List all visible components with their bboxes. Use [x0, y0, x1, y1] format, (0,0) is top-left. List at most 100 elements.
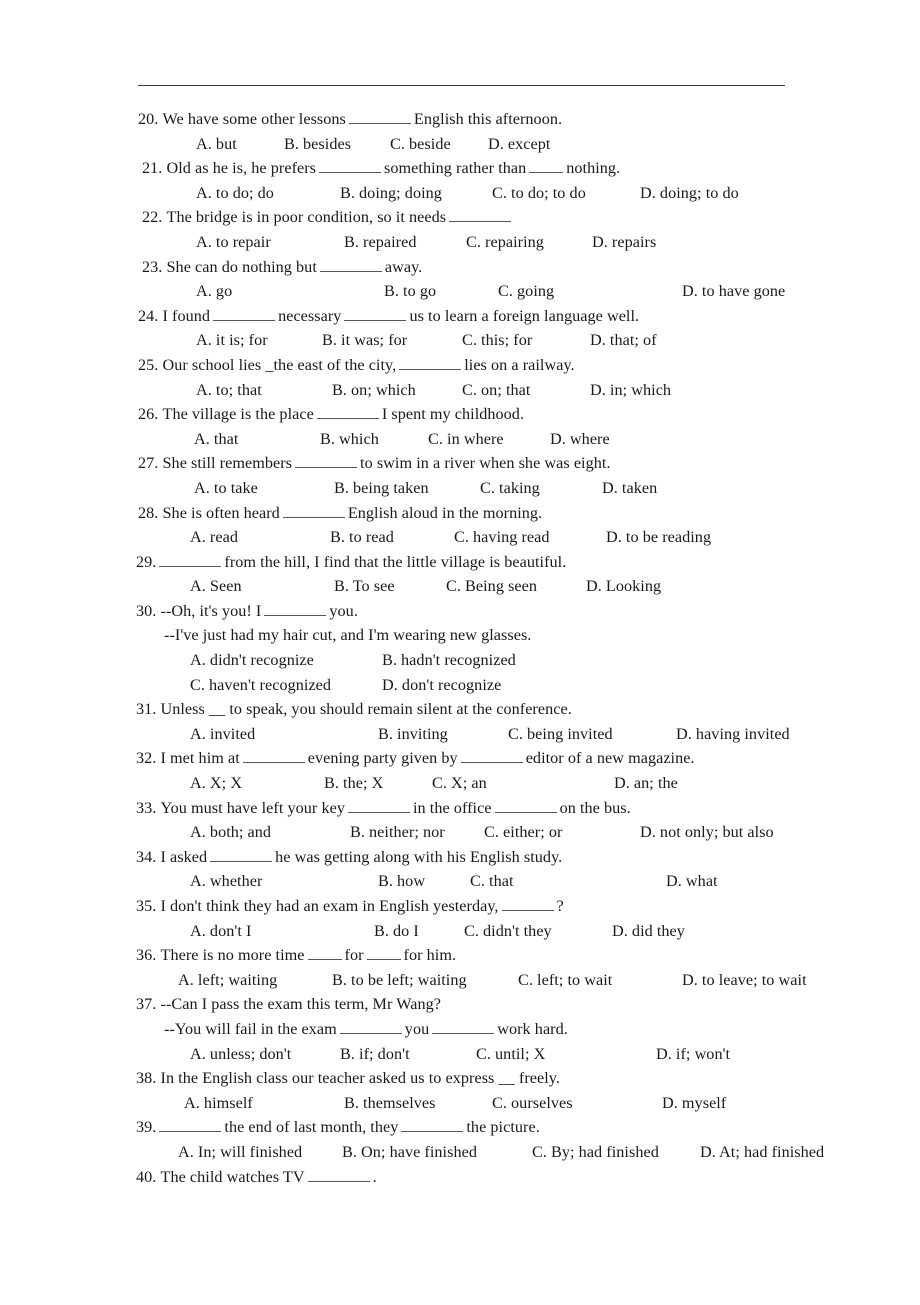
- fill-blank[interactable]: [344, 306, 407, 321]
- option-b-35[interactable]: B. do I: [374, 919, 464, 944]
- option-d-27[interactable]: D. taken: [602, 476, 657, 501]
- option-d-20[interactable]: D. except: [488, 132, 550, 157]
- option-d-35[interactable]: D. did they: [612, 919, 685, 944]
- option-a-24[interactable]: A. it is; for: [196, 328, 322, 353]
- fill-blank[interactable]: [242, 749, 305, 764]
- fill-blank[interactable]: [339, 1020, 402, 1034]
- option-d-34[interactable]: D. what: [666, 869, 718, 894]
- option-d-30[interactable]: D. don't recognize: [382, 673, 501, 698]
- option-d-21[interactable]: D. doing; to do: [640, 181, 739, 206]
- option-b-36[interactable]: B. to be left; waiting: [332, 968, 518, 993]
- fill-blank[interactable]: [449, 208, 512, 223]
- fill-blank[interactable]: [213, 306, 276, 321]
- fill-blank[interactable]: [460, 749, 523, 764]
- fill-blank[interactable]: [295, 454, 358, 469]
- option-a-21[interactable]: A. to do; do: [196, 181, 340, 206]
- option-a-31[interactable]: A. invited: [190, 722, 378, 747]
- option-a-20[interactable]: A. but: [196, 132, 284, 157]
- fill-blank[interactable]: [264, 602, 327, 616]
- option-b-23[interactable]: B. to go: [384, 279, 498, 304]
- option-a-25[interactable]: A. to; that: [196, 378, 332, 403]
- option-c-27[interactable]: C. taking: [480, 476, 602, 501]
- option-b-21[interactable]: B. doing; doing: [340, 181, 492, 206]
- option-c-28[interactable]: C. having read: [454, 525, 606, 550]
- option-a-30[interactable]: A. didn't recognize: [190, 648, 382, 673]
- option-d-28[interactable]: D. to be reading: [606, 525, 711, 550]
- option-b-32[interactable]: B. the; X: [324, 771, 432, 796]
- option-c-25[interactable]: C. on; that: [462, 378, 590, 403]
- option-c-37[interactable]: C. until; X: [476, 1042, 656, 1067]
- option-c-26[interactable]: C. in where: [428, 427, 550, 452]
- option-d-25[interactable]: D. in; which: [590, 378, 671, 403]
- option-b-29[interactable]: B. To see: [334, 574, 446, 599]
- option-d-29[interactable]: D. Looking: [586, 574, 661, 599]
- option-c-38[interactable]: C. ourselves: [492, 1091, 662, 1116]
- option-b-20[interactable]: B. besides: [284, 132, 390, 157]
- option-b-25[interactable]: B. on; which: [332, 378, 462, 403]
- fill-blank[interactable]: [307, 1167, 370, 1182]
- option-c-23[interactable]: C. going: [498, 279, 682, 304]
- option-c-30[interactable]: C. haven't recognized: [190, 673, 382, 698]
- option-b-24[interactable]: B. it was; for: [322, 328, 462, 353]
- option-a-38[interactable]: A. himself: [184, 1091, 344, 1116]
- fill-blank[interactable]: [316, 405, 379, 420]
- option-c-33[interactable]: C. either; or: [484, 820, 640, 845]
- fill-blank[interactable]: [399, 356, 462, 370]
- option-a-35[interactable]: A. don't I: [190, 919, 374, 944]
- option-c-36[interactable]: C. left; to wait: [518, 968, 682, 993]
- option-c-32[interactable]: C. X; an: [432, 771, 614, 796]
- fill-blank[interactable]: [401, 1118, 464, 1133]
- option-d-26[interactable]: D. where: [550, 427, 610, 452]
- option-b-34[interactable]: B. how: [378, 869, 470, 894]
- option-d-38[interactable]: D. myself: [662, 1091, 726, 1116]
- option-a-23[interactable]: A. go: [196, 279, 384, 304]
- option-a-32[interactable]: A. X; X: [190, 771, 324, 796]
- option-d-36[interactable]: D. to leave; to wait: [682, 968, 807, 993]
- option-d-24[interactable]: D. that; of: [590, 328, 657, 353]
- fill-blank[interactable]: [348, 798, 410, 813]
- fill-blank[interactable]: [307, 946, 342, 961]
- option-d-22[interactable]: D. repairs: [592, 230, 656, 255]
- option-b-31[interactable]: B. inviting: [378, 722, 508, 747]
- fill-blank[interactable]: [494, 798, 557, 813]
- option-b-39[interactable]: B. On; have finished: [342, 1140, 532, 1165]
- option-d-31[interactable]: D. having invited: [676, 722, 790, 747]
- option-a-22[interactable]: A. to repair: [196, 230, 344, 255]
- option-b-37[interactable]: B. if; don't: [340, 1042, 476, 1067]
- option-d-32[interactable]: D. an; the: [614, 771, 678, 796]
- option-b-33[interactable]: B. neither; nor: [350, 820, 484, 845]
- fill-blank[interactable]: [319, 257, 382, 272]
- option-c-35[interactable]: C. didn't they: [464, 919, 612, 944]
- option-d-33[interactable]: D. not only; but also: [640, 820, 774, 845]
- option-d-37[interactable]: D. if; won't: [656, 1042, 730, 1067]
- option-c-29[interactable]: C. Being seen: [446, 574, 586, 599]
- option-b-22[interactable]: B. repaired: [344, 230, 466, 255]
- option-c-31[interactable]: C. being invited: [508, 722, 676, 747]
- fill-blank[interactable]: [432, 1020, 495, 1034]
- fill-blank[interactable]: [159, 1118, 222, 1133]
- fill-blank[interactable]: [348, 110, 411, 124]
- option-a-36[interactable]: A. left; waiting: [178, 968, 332, 993]
- option-a-28[interactable]: A. read: [190, 525, 330, 550]
- option-d-39[interactable]: D. At; had finished: [700, 1140, 824, 1165]
- option-a-39[interactable]: A. In; will finished: [178, 1140, 342, 1165]
- option-c-39[interactable]: C. By; had finished: [532, 1140, 700, 1165]
- fill-blank[interactable]: [529, 159, 564, 174]
- option-b-27[interactable]: B. being taken: [334, 476, 480, 501]
- option-d-23[interactable]: D. to have gone: [682, 279, 785, 304]
- option-a-27[interactable]: A. to take: [194, 476, 334, 501]
- fill-blank[interactable]: [282, 503, 345, 518]
- option-a-34[interactable]: A. whether: [190, 869, 378, 894]
- option-c-22[interactable]: C. repairing: [466, 230, 592, 255]
- option-a-33[interactable]: A. both; and: [190, 820, 350, 845]
- fill-blank[interactable]: [501, 897, 554, 911]
- fill-blank[interactable]: [366, 946, 401, 961]
- option-b-38[interactable]: B. themselves: [344, 1091, 492, 1116]
- option-b-26[interactable]: B. which: [320, 427, 428, 452]
- option-a-29[interactable]: A. Seen: [190, 574, 334, 599]
- option-c-20[interactable]: C. beside: [390, 132, 488, 157]
- option-b-30[interactable]: B. hadn't recognized: [382, 648, 516, 673]
- fill-blank[interactable]: [319, 159, 382, 174]
- option-c-21[interactable]: C. to do; to do: [492, 181, 640, 206]
- option-a-26[interactable]: A. that: [194, 427, 320, 452]
